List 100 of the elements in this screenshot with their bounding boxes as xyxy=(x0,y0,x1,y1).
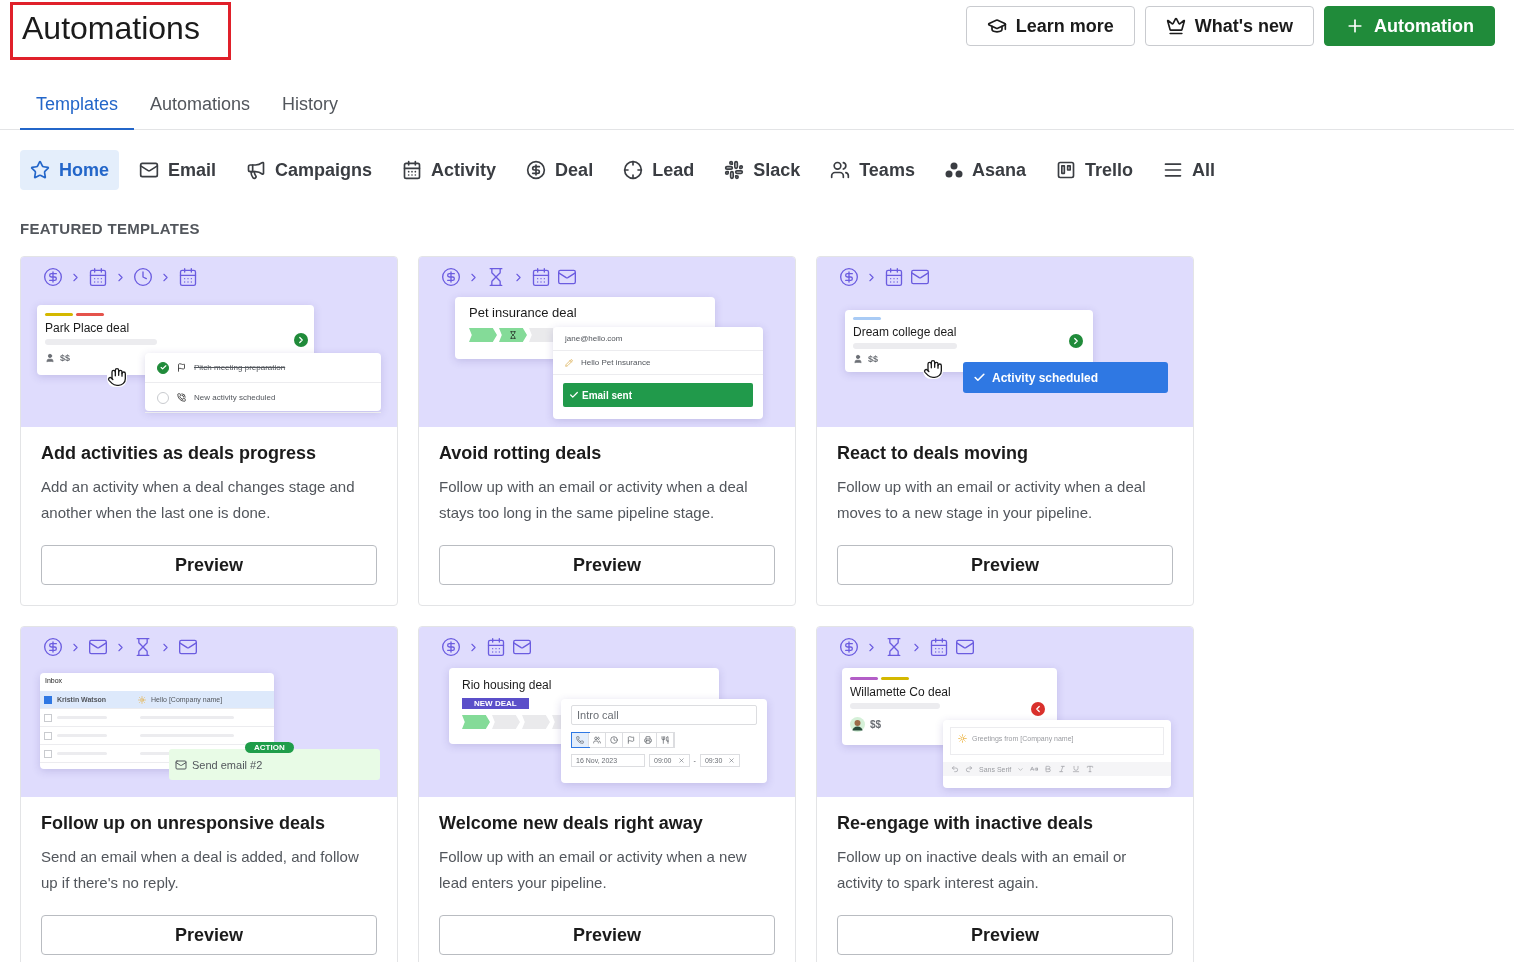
template-description: Follow up with an email or activity when a deal stays too long in the same pipeline stage. xyxy=(439,477,749,523)
megaphone-icon xyxy=(246,160,267,180)
section-heading: FEATURED TEMPLATES xyxy=(19,219,201,237)
category-filter[interactable]: Lead xyxy=(613,150,705,190)
people-icon xyxy=(593,736,601,744)
header-button[interactable]: What's new xyxy=(1144,6,1314,46)
category-filter[interactable]: Deal xyxy=(516,150,604,190)
email-address: jane@hello.com xyxy=(565,334,623,343)
tab[interactable]: History xyxy=(266,86,355,130)
check-icon xyxy=(159,364,167,371)
bold-icon xyxy=(1044,765,1053,773)
calendar-icon xyxy=(884,267,904,287)
activity-type-button[interactable] xyxy=(572,733,589,747)
text-size-icon xyxy=(1030,765,1039,773)
action-badge: ACTION xyxy=(245,742,294,753)
row-checkbox[interactable] xyxy=(44,731,52,740)
redo-icon xyxy=(965,765,973,773)
undo-icon xyxy=(951,765,959,773)
dollar-icon xyxy=(839,267,859,287)
calendar-icon xyxy=(486,637,506,657)
row-checkbox[interactable] xyxy=(44,713,52,722)
category-filter[interactable]: All xyxy=(1152,150,1225,190)
italic-icon xyxy=(1058,765,1067,773)
calendar-icon xyxy=(178,267,198,287)
preview-button[interactable]: Preview xyxy=(41,545,377,585)
activity-checkbox[interactable] xyxy=(157,361,169,374)
category-filter[interactable]: Activity xyxy=(392,150,507,190)
template-description: Send an email when a deal is added, and follow up if there's no reply. xyxy=(41,847,360,893)
deal-value: $$ xyxy=(870,719,882,730)
mail-icon xyxy=(955,637,975,657)
calendar-icon xyxy=(88,267,108,287)
email-subject: Hello Pet insurance xyxy=(581,358,651,367)
flag-icon xyxy=(627,736,635,744)
target-icon xyxy=(623,160,644,180)
deal-value: $$ xyxy=(868,354,878,364)
calendar-icon xyxy=(531,267,551,287)
category-filter[interactable]: Email xyxy=(129,150,227,190)
check-icon xyxy=(973,371,986,384)
underline-icon xyxy=(1072,765,1081,773)
list-icon xyxy=(1162,160,1183,180)
preview-button[interactable]: Preview xyxy=(837,545,1173,585)
dollar-icon xyxy=(839,637,859,657)
dollar-icon xyxy=(441,267,461,287)
check-icon xyxy=(569,390,579,400)
deal-title: Willamette Co deal xyxy=(850,685,952,699)
category-filter[interactable]: Slack xyxy=(714,150,811,190)
preview-button[interactable]: Preview xyxy=(439,915,775,955)
subject-field[interactable]: Intro call xyxy=(571,705,757,725)
dollar-icon xyxy=(43,637,63,657)
mail-icon xyxy=(512,637,532,657)
hourglass-icon xyxy=(509,331,517,339)
activity-text: New activity scheduled xyxy=(194,393,276,402)
template-title: Follow up on unresponsive deals xyxy=(41,813,327,834)
slack-icon xyxy=(724,160,745,180)
preview-button[interactable]: Preview xyxy=(439,545,775,585)
category-filter[interactable]: Campaigns xyxy=(236,150,383,190)
tray-icon xyxy=(644,736,652,744)
deal-title: Rio housing deal xyxy=(462,678,553,692)
person-icon xyxy=(853,354,863,364)
trello-icon xyxy=(1055,160,1076,180)
caret-icon xyxy=(1017,765,1025,773)
mail-icon xyxy=(178,637,198,657)
pipeline-stage xyxy=(469,328,497,342)
mail-icon xyxy=(139,160,159,180)
template-title: Re-engage with inactive deals xyxy=(837,813,1095,834)
tab[interactable]: Templates xyxy=(20,86,135,130)
header-button[interactable]: Learn more xyxy=(965,6,1135,46)
graduation-cap-icon xyxy=(986,16,1007,36)
activity-checkbox[interactable] xyxy=(157,391,169,404)
category-filter[interactable]: Asana xyxy=(934,150,1036,190)
clock-icon xyxy=(610,736,618,744)
sun-icon xyxy=(138,695,146,704)
tab[interactable]: Automations xyxy=(134,86,267,130)
avatar xyxy=(850,717,865,732)
template-description: Follow up with an email or activity when a deal moves to a new stage in your pipeline. xyxy=(837,477,1147,523)
star-icon xyxy=(30,160,50,180)
deal-title: Park Place deal xyxy=(45,321,131,335)
row-checkbox[interactable] xyxy=(44,695,52,704)
deal-value: $$ xyxy=(60,353,70,363)
flag-icon xyxy=(177,363,186,372)
clear-icon xyxy=(728,757,736,764)
clear-icon xyxy=(677,757,685,764)
page-title: Automations xyxy=(10,2,231,60)
template-title: React to deals moving xyxy=(837,443,1030,464)
template-title: Add activities as deals progress xyxy=(41,443,318,464)
category-filter[interactable]: Teams xyxy=(820,150,925,190)
template-title: Welcome new deals right away xyxy=(439,813,704,834)
row-checkbox[interactable] xyxy=(44,749,52,758)
preview-button[interactable]: Preview xyxy=(41,915,377,955)
teams-icon xyxy=(830,160,851,180)
category-filter[interactable]: Trello xyxy=(1045,150,1143,190)
add-automation-button[interactable]: Automation xyxy=(1324,6,1495,46)
crown-icon xyxy=(1165,16,1186,36)
category-filter[interactable]: Home xyxy=(20,150,119,190)
template-description: Add an activity when a deal changes stage and another when the last one is done. xyxy=(41,477,356,523)
clock-icon xyxy=(133,267,153,287)
dollar-icon xyxy=(526,160,547,180)
deal-title: Dream college deal xyxy=(853,325,958,339)
activity-scheduled-banner: Activity scheduled xyxy=(963,362,1168,393)
preview-button[interactable]: Preview xyxy=(837,915,1173,955)
